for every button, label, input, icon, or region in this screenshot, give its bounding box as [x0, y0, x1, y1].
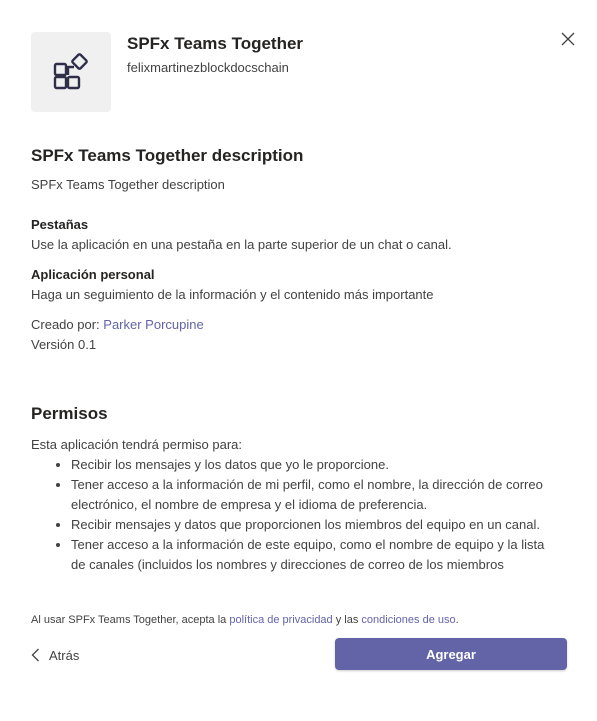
terms-of-use-link[interactable]: condiciones de uso: [361, 614, 455, 626]
permission-item: Tener acceso a la información de mi perf…: [71, 475, 551, 515]
creator-label: Creado por:: [31, 317, 100, 332]
permission-item: Recibir los mensajes y los datos que yo …: [71, 455, 551, 475]
description-text: SPFx Teams Together description: [31, 177, 225, 192]
permissions-scroll-area[interactable]: Esta aplicación tendrá permiso para: Rec…: [31, 435, 551, 593]
chevron-left-icon: [31, 648, 39, 662]
terms-middle: y las: [335, 614, 359, 626]
permissions-intro: Esta aplicación tendrá permiso para:: [31, 437, 243, 452]
permissions-list: Recibir los mensajes y los datos que yo …: [31, 455, 551, 575]
creator-line: Creado por: Parker Porcupine: [31, 317, 204, 332]
capability-tabs-text: Use la aplicación en una pestaña en la p…: [31, 237, 452, 252]
permissions-title: Permisos: [31, 404, 108, 423]
terms-notice: Al usar SPFx Teams Together, acepta la p…: [31, 614, 459, 626]
app-name: SPFx Teams Together: [127, 34, 304, 53]
privacy-policy-link[interactable]: política de privacidad: [229, 614, 332, 626]
close-button[interactable]: [557, 28, 579, 50]
creator-link[interactable]: Parker Porcupine: [103, 317, 203, 332]
capability-personal-title: Aplicación personal: [31, 267, 155, 282]
terms-prefix: Al usar SPFx Teams Together, acepta la: [31, 614, 227, 626]
terms-suffix: .: [455, 614, 459, 626]
back-button[interactable]: Atrás: [31, 644, 79, 666]
app-icon: [31, 32, 111, 112]
capability-personal-text: Haga un seguimiento de la información y …: [31, 287, 434, 302]
capability-tabs-title: Pestañas: [31, 217, 89, 232]
permission-item: Tener acceso a la información de este eq…: [71, 535, 551, 575]
app-blocks-icon: [53, 53, 88, 90]
back-label: Atrás: [49, 647, 80, 663]
close-icon: [561, 32, 575, 46]
app-install-dialog: SPFx Teams Together felixmartinezblockdo…: [0, 0, 597, 721]
description-title: SPFx Teams Together description: [31, 146, 304, 165]
add-button[interactable]: Agregar: [335, 638, 567, 670]
permission-item: Recibir mensajes y datos que proporcione…: [71, 515, 551, 535]
version-text: Versión 0.1: [31, 337, 97, 352]
app-developer: felixmartinezblockdocschain: [127, 60, 289, 75]
